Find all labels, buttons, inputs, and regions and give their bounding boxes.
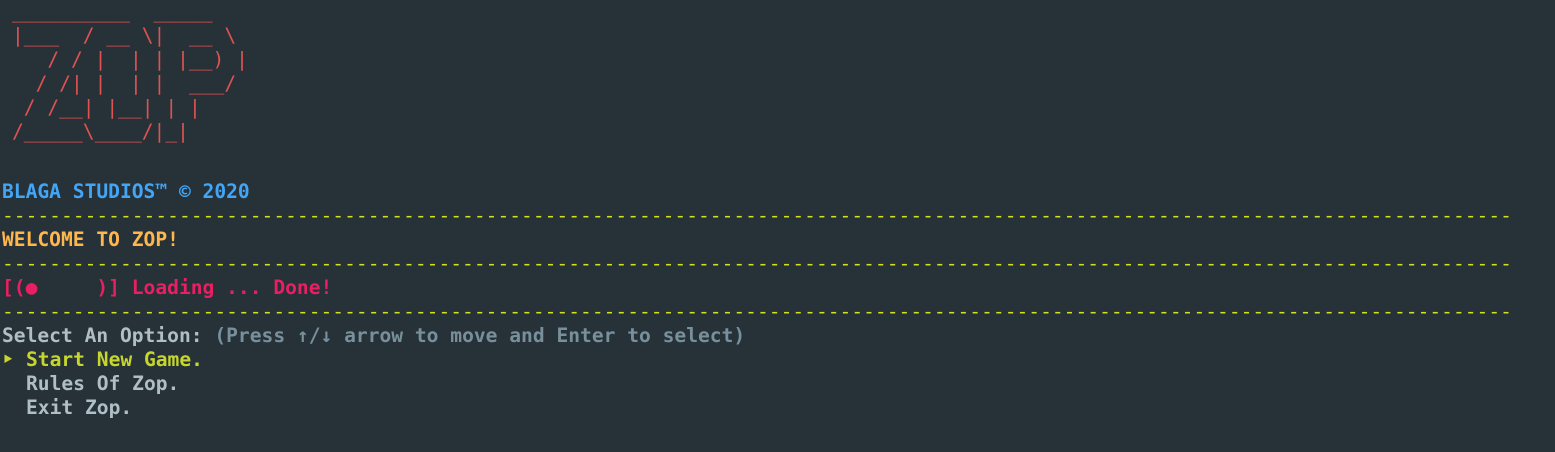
- selection-pointer-icon: ‣: [2, 348, 14, 371]
- loading-spinner: [(● )]: [2, 276, 120, 299]
- prompt-label: Select An Option:: [2, 324, 203, 347]
- welcome-banner: WELCOME TO ZOP!: [2, 228, 179, 251]
- separator-line: ----------------------------------------…: [2, 204, 1512, 227]
- logo-art: __________ _____ |___ / __ \| __ \ / / |…: [12, 0, 248, 143]
- prompt-hint: (Press ↑/↓ arrow to move and Enter to se…: [214, 324, 746, 347]
- menu-item-label: Exit Zop.: [26, 396, 133, 419]
- studio-credit: BLAGA STUDIOS™ © 2020: [2, 180, 250, 203]
- menu-item-rules-of-zop[interactable]: Rules Of Zop.: [2, 372, 1527, 396]
- menu-item-label: Start New Game.: [26, 348, 203, 371]
- select-prompt: Select An Option: (Press ↑/↓ arrow to mo…: [2, 324, 1527, 348]
- zop-ascii-logo: __________ _____ |___ / __ \| __ \ / / |…: [12, 0, 248, 144]
- loading-text: Loading ... Done!: [131, 276, 333, 299]
- menu-item-exit-zop[interactable]: Exit Zop.: [2, 396, 1527, 420]
- separator-line: ----------------------------------------…: [2, 300, 1512, 323]
- loading-status: [(● )] Loading ... Done!: [2, 276, 1527, 300]
- terminal-output: BLAGA STUDIOS™ © 2020 ------------------…: [2, 180, 1527, 420]
- menu-item-start-new-game[interactable]: ‣ Start New Game.: [2, 348, 1527, 372]
- menu-item-label: Rules Of Zop.: [26, 372, 180, 395]
- separator-line: ----------------------------------------…: [2, 252, 1512, 275]
